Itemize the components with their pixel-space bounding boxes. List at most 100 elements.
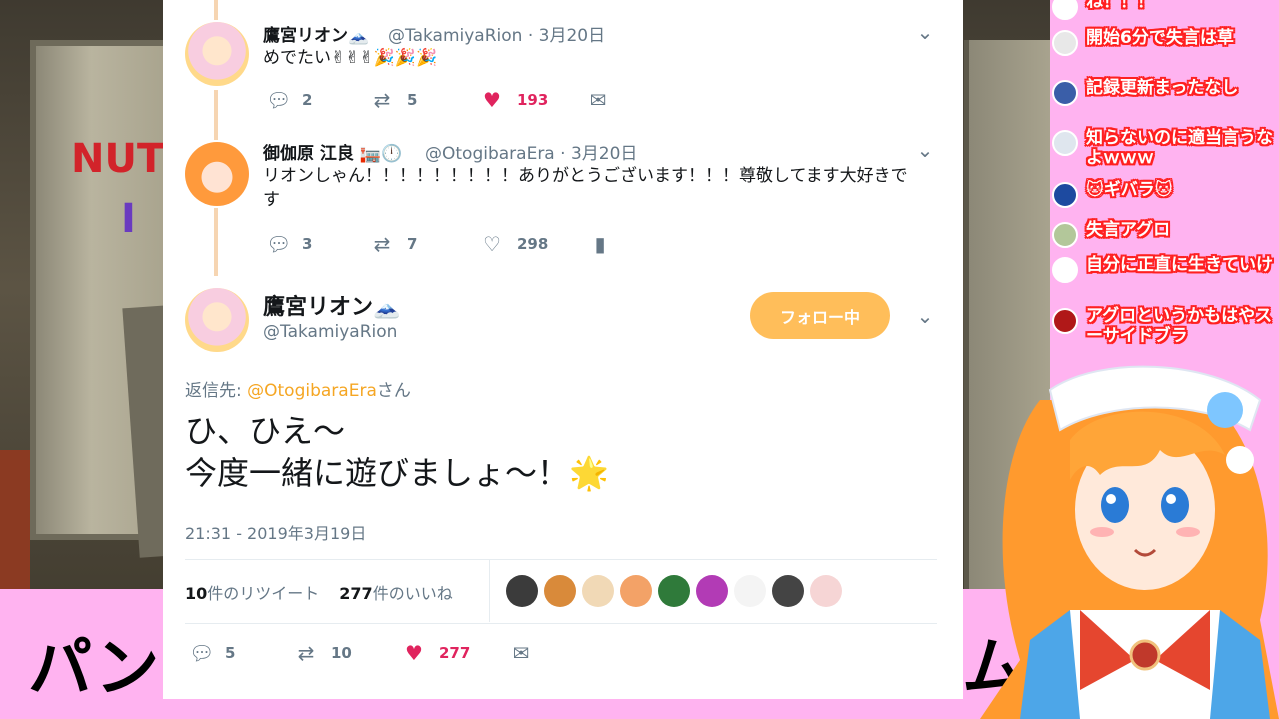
retweet-icon: ⇄	[297, 641, 315, 665]
chat-message: 🐱ギバラ🐱	[1052, 180, 1279, 208]
liker-avatar[interactable]	[544, 575, 576, 607]
bg-tile	[0, 450, 30, 590]
tweet-author-handle[interactable]: @TakamiyaRion	[263, 322, 397, 342]
retweet-count: 7	[407, 235, 418, 253]
retweet-count: 5	[407, 91, 418, 109]
tweet-author-handle[interactable]: @TakamiyaRion · 3月20日	[388, 21, 605, 46]
tweet-author-name[interactable]: 鷹宮リオン🗻	[263, 289, 400, 321]
reply-button[interactable]: 💬︎ 2	[266, 88, 312, 112]
reply-to-prefix: 返信先:	[185, 381, 248, 401]
retweet-icon: ⇄	[373, 232, 391, 256]
chat-avatar	[1052, 80, 1078, 106]
chevron-down-icon[interactable]: ⌄	[913, 138, 937, 162]
reply-mention-link[interactable]: @OtogibaraEra	[247, 381, 377, 401]
heart-filled-icon: ♥	[405, 641, 423, 665]
tweet-timestamp[interactable]: 21:31 - 2019年3月19日	[185, 520, 366, 544]
liker-avatar[interactable]	[772, 575, 804, 607]
reply-icon: 💬︎	[266, 232, 292, 256]
chat-avatar	[1052, 257, 1078, 283]
reply-button[interactable]: 💬︎ 3	[266, 232, 312, 256]
reply-button[interactable]: 💬︎ 5	[189, 641, 235, 665]
tweet-stats: 10件のリツイート 277件のいいね	[185, 580, 453, 604]
chat-message: 知らないのに適当言うなよｗｗｗ	[1052, 128, 1279, 168]
following-button[interactable]: フォロー中	[750, 292, 890, 339]
avatar[interactable]	[185, 288, 249, 352]
reply-icon: 💬︎	[189, 641, 215, 665]
chevron-down-icon[interactable]: ⌄	[913, 304, 937, 328]
reply-count: 5	[225, 644, 236, 662]
chat-message-text: 🐱ギバラ🐱	[1086, 180, 1173, 200]
liker-avatar[interactable]	[620, 575, 652, 607]
like-count: 277	[439, 644, 471, 662]
chat-message-text: アグロというかもはやスーサイドブラ	[1086, 306, 1273, 346]
like-button[interactable]: ♥ 193	[481, 88, 548, 112]
chat-avatar	[1052, 0, 1078, 20]
thread-line	[214, 90, 218, 140]
tweet-text: リオンしゃん！！！！！！！！！ありがとうございます！！！尊敬してます大好きです	[263, 166, 908, 210]
chat-message-text: 開始6分で失言は草	[1086, 28, 1234, 48]
chat-avatar	[1052, 182, 1078, 208]
vtuber-avatar	[960, 360, 1279, 719]
chat-message-text: 記録更新まったなし	[1086, 78, 1239, 98]
chat-avatar	[1052, 30, 1078, 56]
chat-message: ね！！！	[1052, 0, 1279, 20]
fridge: NUT I	[30, 40, 200, 558]
analytics-icon: ▮	[594, 232, 606, 256]
chat-message: 開始6分で失言は草	[1052, 28, 1279, 56]
dm-button[interactable]: ✉	[510, 641, 532, 665]
thread-line	[214, 208, 218, 276]
chat-message: 記録更新まったなし	[1052, 78, 1279, 106]
divider	[489, 560, 490, 622]
liker-avatar[interactable]	[582, 575, 614, 607]
chat-avatar	[1052, 130, 1078, 156]
fridge-magnet-letters: NUT	[71, 136, 165, 182]
heart-filled-icon: ♥	[483, 88, 501, 112]
heart-outline-icon: ♡	[483, 232, 501, 256]
liker-avatar[interactable]	[810, 575, 842, 607]
chat-avatar	[1052, 222, 1078, 248]
reply-icon: 💬︎	[266, 88, 292, 112]
retweet-icon: ⇄	[373, 88, 391, 112]
tweet-card: 鷹宮リオン🗻 @TakamiyaRion · 3月20日 ⌄ めでたい✌✌✌🎉🎉…	[163, 0, 963, 699]
liker-avatar[interactable]	[658, 575, 690, 607]
analytics-button[interactable]: ▮	[589, 232, 611, 256]
chat-message: 自分に正直に生きていけ	[1052, 255, 1279, 283]
retweet-button[interactable]: ⇄ 10	[295, 641, 352, 665]
chevron-down-icon[interactable]: ⌄	[913, 20, 937, 44]
avatar[interactable]	[185, 22, 249, 86]
retweet-stat[interactable]: 10件のリツイート	[185, 580, 319, 604]
divider	[185, 623, 937, 624]
avatar[interactable]	[185, 142, 249, 206]
liker-avatar[interactable]	[506, 575, 538, 607]
divider	[185, 559, 937, 560]
reply-count: 3	[302, 235, 313, 253]
vtuber-avatar-illustration	[980, 365, 1279, 719]
tweet-date[interactable]: · 3月20日	[560, 144, 637, 164]
like-stat[interactable]: 277件のいいね	[339, 580, 452, 604]
chat-message-text: 知らないのに適当言うなよｗｗｗ	[1086, 128, 1273, 168]
like-button[interactable]: ♡ 298	[481, 232, 548, 256]
like-count: 298	[517, 235, 549, 253]
tweet-text-line: 今度一緒に遊びましょ～！🌟	[185, 454, 609, 492]
tweet-author-name[interactable]: 御伽原 江良 🏣🕛	[263, 139, 402, 164]
likers-avatars	[506, 575, 842, 607]
chat-message-text: ね！！！	[1086, 0, 1154, 12]
tweet-author-handle[interactable]: @OtogibaraEra · 3月20日	[425, 139, 637, 164]
tweet-author-name[interactable]: 鷹宮リオン🗻	[263, 21, 369, 46]
retweet-count: 10	[331, 644, 352, 662]
tweet-date[interactable]: · 3月20日	[528, 26, 605, 46]
chat-avatar	[1052, 308, 1078, 334]
liker-avatar[interactable]	[734, 575, 766, 607]
dm-button[interactable]: ✉	[587, 88, 609, 112]
chat-message: アグロというかもはやスーサイドブラ	[1052, 306, 1279, 346]
chat-message-text: 失言アグロ	[1086, 220, 1171, 240]
retweet-button[interactable]: ⇄ 5	[371, 88, 418, 112]
liker-avatar[interactable]	[696, 575, 728, 607]
banner-left-text: パン	[28, 632, 160, 706]
retweet-button[interactable]: ⇄ 7	[371, 232, 418, 256]
reply-to-suffix: さん	[376, 381, 411, 401]
chat-message-text: 自分に正直に生きていけ	[1086, 255, 1273, 275]
tweet-text: めでたい✌✌✌🎉🎉🎉	[263, 48, 438, 68]
reply-count: 2	[302, 91, 313, 109]
like-button[interactable]: ♥ 277	[403, 641, 470, 665]
